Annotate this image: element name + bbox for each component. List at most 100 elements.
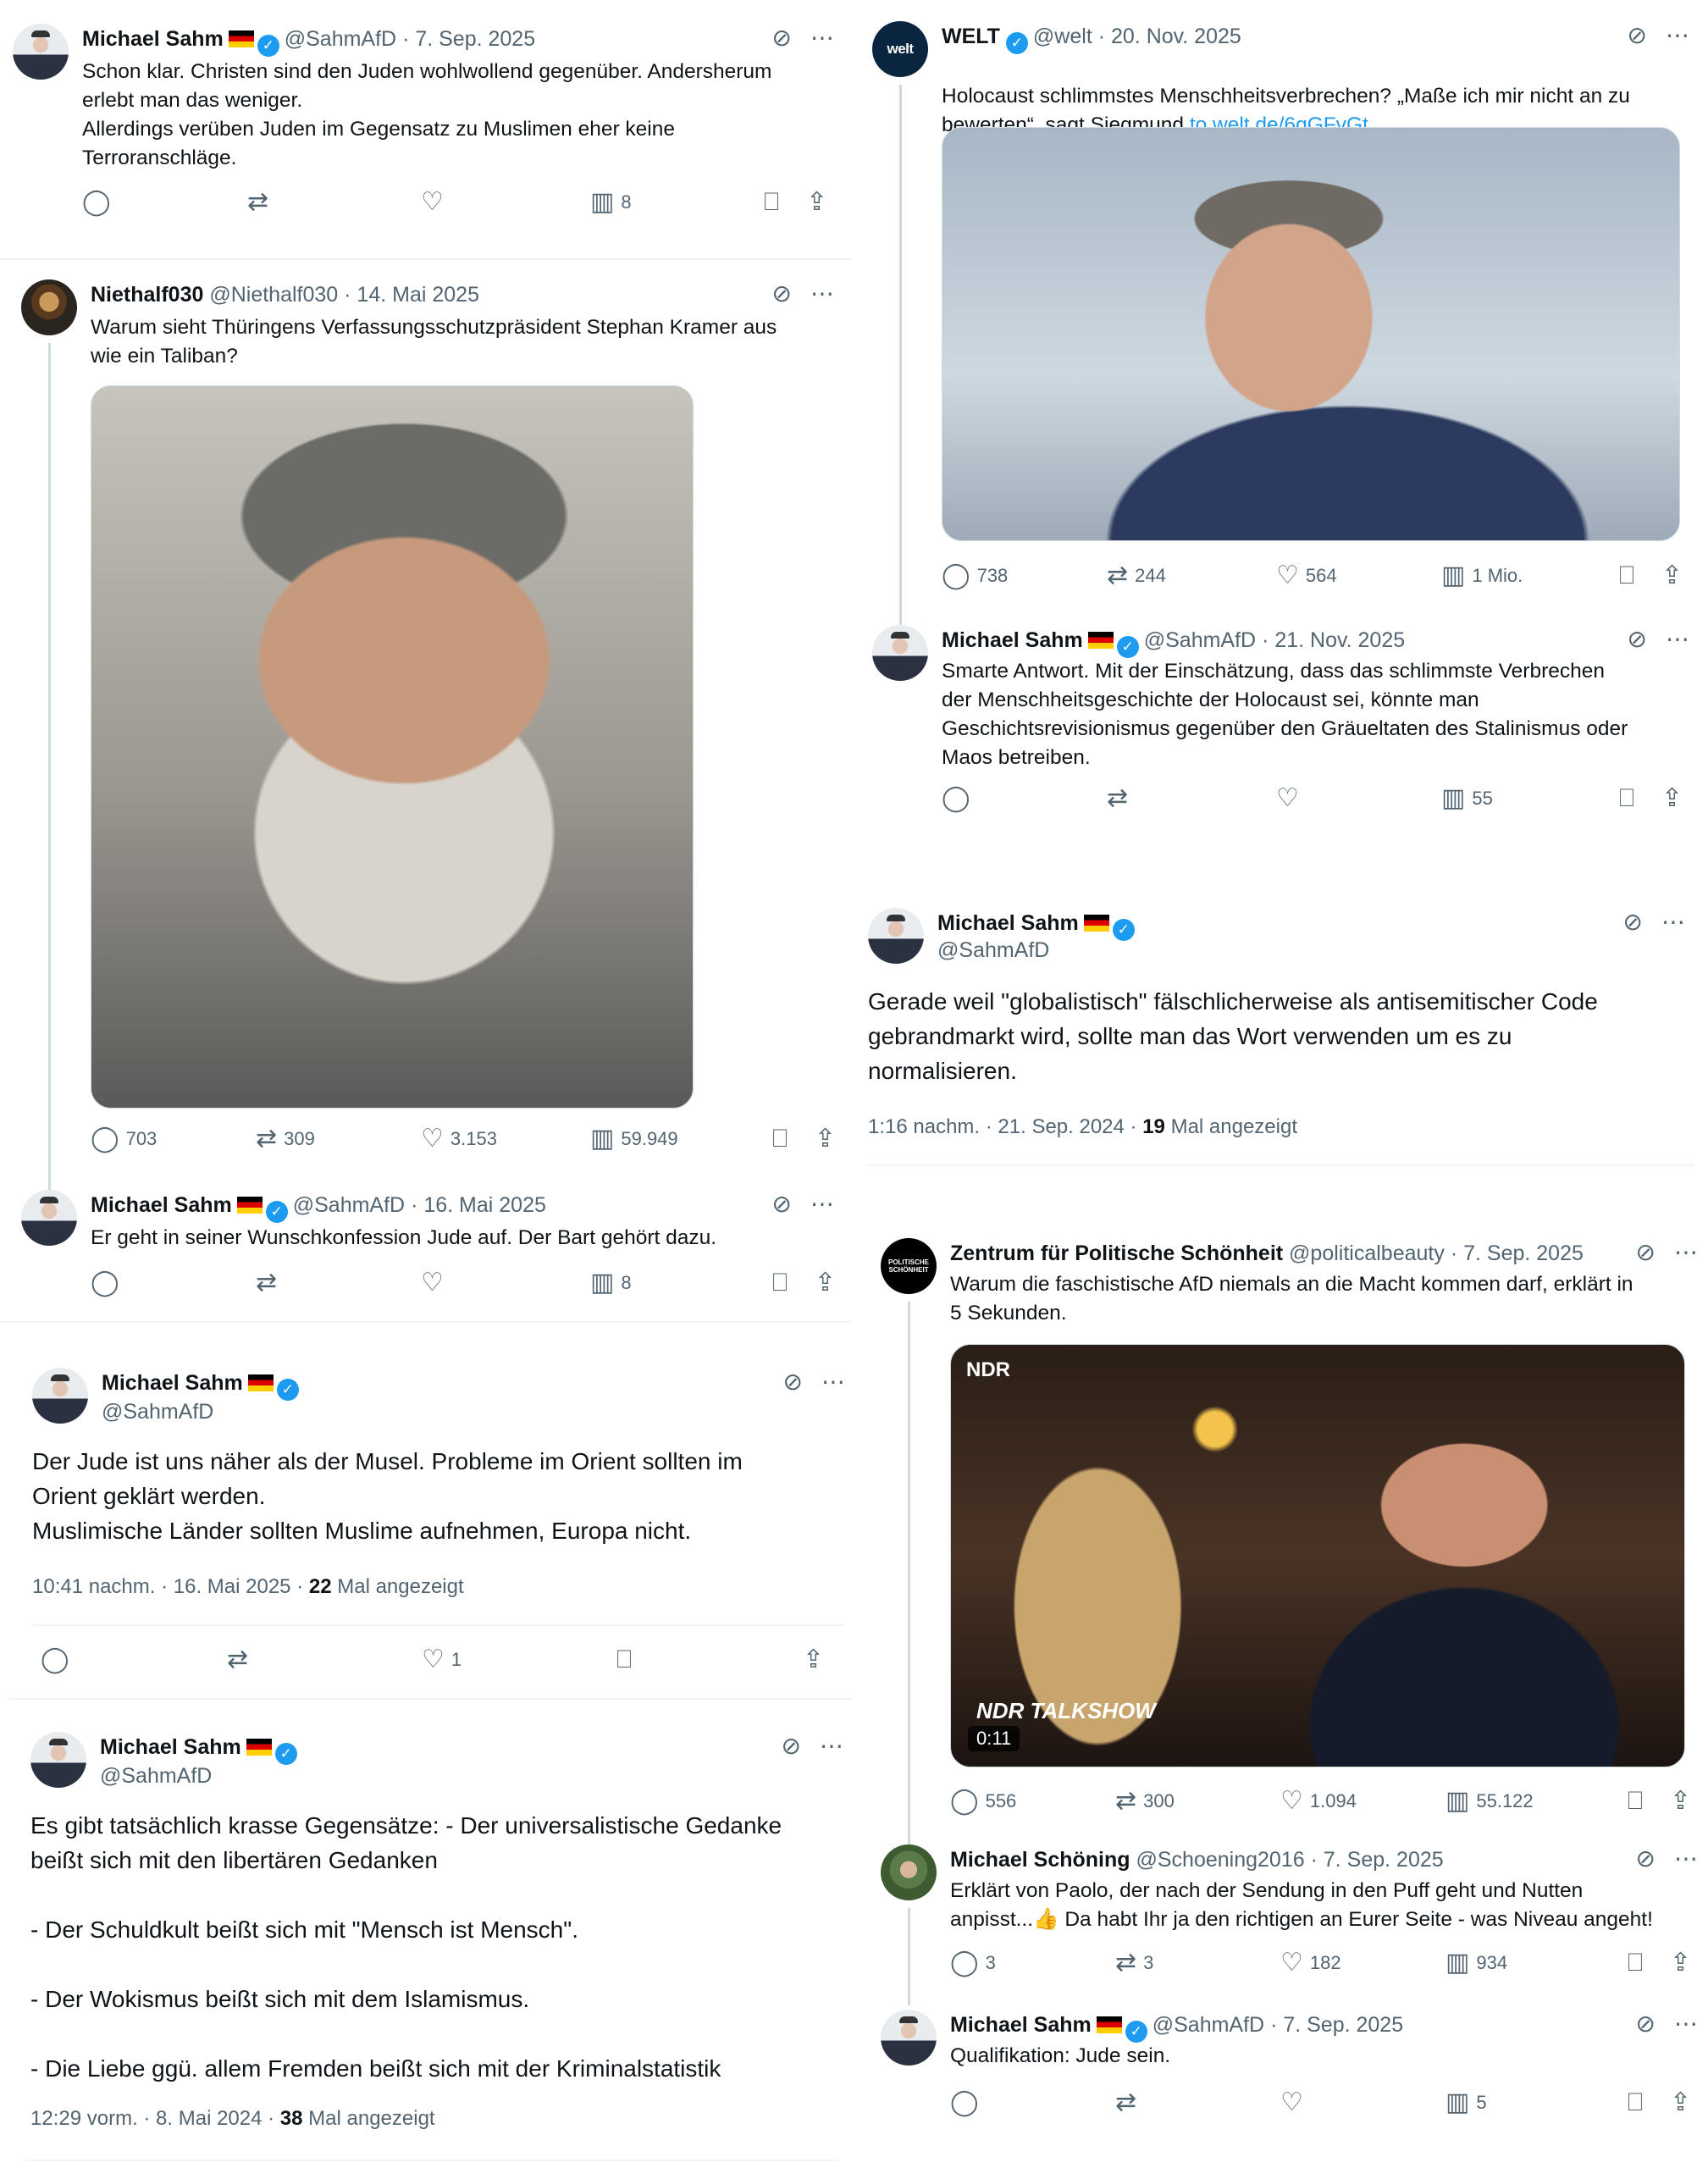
tweet-sahm-qualifikation[interactable]: Michael Sahm ✓ @SahmAfD · 7. Sep. 2025 ⊘ ⋯ …: [881, 2010, 1706, 2128]
tweet-schoening[interactable]: Michael Schöning @Schoening2016 · 7. Sep…: [881, 1844, 1706, 2005]
grok-icon[interactable]: ⊘: [783, 1369, 803, 1395]
share-button[interactable]: ⇪: [1670, 2090, 1691, 2115]
tweet-welt[interactable]: welt WELT ✓ @welt · 20. Nov. 2025 ⊘ ⋯ Holo…: [872, 21, 1702, 635]
author-name[interactable]: WELT: [942, 25, 1000, 48]
share-button[interactable]: ⇪: [1670, 1950, 1691, 1976]
author-handle[interactable]: @SahmAfD: [100, 1764, 212, 1789]
reply-button[interactable]: ◯: [41, 1647, 69, 1673]
repost-button[interactable]: ⇄: [227, 1647, 248, 1673]
share-button[interactable]: ⇪: [1670, 1789, 1691, 1814]
like-button[interactable]: ♡ 1.094: [1280, 1789, 1357, 1814]
avatar[interactable]: [13, 24, 69, 80]
author-handle[interactable]: @SahmAfD: [293, 1193, 405, 1217]
avatar[interactable]: [868, 908, 924, 964]
bookmark-button[interactable]: ⎕: [764, 190, 779, 215]
more-icon[interactable]: ⋯: [820, 1733, 843, 1759]
more-icon[interactable]: ⋯: [810, 280, 834, 307]
tweet-date[interactable]: · 7. Sep. 2025: [1451, 1242, 1584, 1265]
tweet-date[interactable]: · 7. Sep. 2025: [1311, 1848, 1444, 1872]
grok-icon[interactable]: ⊘: [1623, 909, 1643, 935]
tweet-sahm-holocaust[interactable]: Michael Sahm ✓ @SahmAfD · 21. Nov. 2025 ⊘ ⋯…: [872, 625, 1702, 828]
more-icon[interactable]: ⋯: [1674, 1239, 1698, 1265]
more-icon[interactable]: ⋯: [1666, 626, 1689, 652]
bookmark-button[interactable]: ⎕: [1628, 1950, 1643, 1976]
tweet-sahm-gegensaetze[interactable]: Michael Sahm ✓ @SahmAfD ⊘ ⋯ Es gibt tatsäc…: [30, 1732, 843, 2138]
repost-button[interactable]: ⇄ 244: [1107, 563, 1166, 589]
repost-button[interactable]: ⇄ 309: [256, 1126, 315, 1152]
author-name[interactable]: Michael Sahm: [937, 911, 1079, 935]
grok-icon[interactable]: ⊘: [1636, 1845, 1655, 1872]
views-button[interactable]: ▥ 1 Mio.: [1441, 563, 1523, 589]
author-handle[interactable]: @SahmAfD: [102, 1400, 213, 1424]
tweet-date[interactable]: · 20. Nov. 2025: [1098, 25, 1241, 48]
avatar[interactable]: [881, 2010, 937, 2066]
reply-button[interactable]: ◯: [82, 190, 111, 215]
views-button[interactable]: ▥ 55: [1441, 786, 1493, 811]
avatar[interactable]: welt: [872, 21, 928, 77]
author-handle[interactable]: @SahmAfD: [1152, 2013, 1264, 2037]
avatar[interactable]: POLITISCHE SCHÖNHEIT: [881, 1238, 937, 1294]
tweet-zps[interactable]: POLITISCHE SCHÖNHEIT Zentrum für Politis…: [881, 1238, 1706, 1894]
reply-button[interactable]: ◯ 703: [91, 1126, 157, 1152]
author-name[interactable]: Michael Sahm: [942, 628, 1083, 652]
author-name[interactable]: Michael Sahm: [91, 1193, 232, 1217]
grok-icon[interactable]: ⊘: [772, 280, 792, 307]
like-button[interactable]: ♡: [421, 190, 444, 215]
reply-button[interactable]: ◯ 556: [950, 1789, 1016, 1814]
reply-button[interactable]: ◯: [950, 2090, 979, 2115]
views-button[interactable]: ▥ 55.122: [1445, 1789, 1534, 1814]
more-icon[interactable]: ⋯: [1666, 22, 1689, 48]
author-handle[interactable]: @politicalbeauty: [1289, 1242, 1445, 1265]
avatar[interactable]: [21, 1190, 77, 1246]
repost-button[interactable]: ⇄: [256, 1270, 277, 1296]
reply-button[interactable]: ◯: [942, 786, 970, 811]
share-button[interactable]: ⇪: [1661, 786, 1683, 811]
more-icon[interactable]: ⋯: [1674, 2010, 1698, 2037]
more-icon[interactable]: ⋯: [821, 1369, 845, 1395]
views-button[interactable]: ▥ 59.949: [590, 1126, 678, 1152]
avatar[interactable]: [32, 1368, 88, 1424]
repost-button[interactable]: ⇄ 3: [1115, 1950, 1153, 1976]
author-handle[interactable]: @Schoening2016: [1136, 1848, 1304, 1872]
author-handle[interactable]: @SahmAfD: [937, 938, 1049, 963]
grok-icon[interactable]: ⊘: [782, 1733, 801, 1759]
tweet-sahm-bart[interactable]: Michael Sahm ✓ @SahmAfD · 16. Mai 2025 ⊘ ⋯ …: [21, 1190, 851, 1308]
author-name[interactable]: Michael Schöning: [950, 1848, 1130, 1872]
bookmark-button[interactable]: ⎕: [1619, 563, 1634, 589]
author-name[interactable]: Michael Sahm: [950, 2013, 1092, 2037]
bookmark-button[interactable]: ⎕: [1628, 1789, 1643, 1814]
avatar[interactable]: [30, 1732, 86, 1788]
like-button[interactable]: ♡ 564: [1276, 563, 1337, 589]
author-name[interactable]: Michael Sahm: [102, 1371, 243, 1395]
share-button[interactable]: ⇪: [1661, 563, 1683, 589]
grok-icon[interactable]: ⊘: [1628, 22, 1647, 48]
like-button[interactable]: ♡ 182: [1280, 1950, 1341, 1976]
author-name[interactable]: Michael Sahm: [82, 27, 224, 51]
bookmark-button[interactable]: ⎕: [616, 1647, 632, 1673]
tweet-date[interactable]: · 16. Mai 2025: [411, 1193, 546, 1217]
more-icon[interactable]: ⋯: [1661, 909, 1685, 935]
bookmark-button[interactable]: ⎕: [772, 1126, 788, 1152]
avatar[interactable]: [872, 625, 928, 681]
tweet-timestamp[interactable]: 1:16 nachm. · 21. Sep. 2024 · 19 Mal ang…: [868, 1115, 1297, 1139]
grok-icon[interactable]: ⊘: [772, 25, 792, 51]
author-handle[interactable]: @Niethalf030: [209, 283, 338, 307]
tweet-video[interactable]: NDR NDR TALKSHOW 0:11: [950, 1344, 1685, 1767]
tweet-image[interactable]: [942, 127, 1680, 541]
grok-icon[interactable]: ⊘: [772, 1191, 792, 1217]
more-icon[interactable]: ⋯: [810, 1191, 834, 1217]
repost-button[interactable]: ⇄ 300: [1115, 1789, 1175, 1814]
like-button[interactable]: ♡: [1280, 2090, 1303, 2115]
like-button[interactable]: ♡ 3.153: [421, 1126, 497, 1152]
bookmark-button[interactable]: ⎕: [772, 1270, 788, 1296]
author-name[interactable]: Michael Sahm: [100, 1735, 241, 1759]
share-button[interactable]: ⇪: [815, 1270, 836, 1296]
bookmark-button[interactable]: ⎕: [1628, 2090, 1643, 2115]
tweet-timestamp[interactable]: 10:41 nachm. · 16. Mai 2025 · 22 Mal ang…: [32, 1575, 464, 1599]
like-button[interactable]: ♡ 1: [422, 1647, 462, 1673]
tweet-sahm-orient[interactable]: Michael Sahm ✓ @SahmAfD ⊘ ⋯ Der Jude ist u…: [32, 1368, 845, 1690]
tweet-timestamp[interactable]: 12:29 vorm. · 8. Mai 2024 · 38 Mal angez…: [30, 2107, 435, 2131]
tweet-date[interactable]: · 14. Mai 2025: [344, 283, 479, 307]
tweet-sahm-christen[interactable]: Michael Sahm ✓ @SahmAfD · 7. Sep. 2025 ⊘ ⋯ …: [13, 24, 851, 235]
more-icon[interactable]: ⋯: [1674, 1845, 1698, 1872]
